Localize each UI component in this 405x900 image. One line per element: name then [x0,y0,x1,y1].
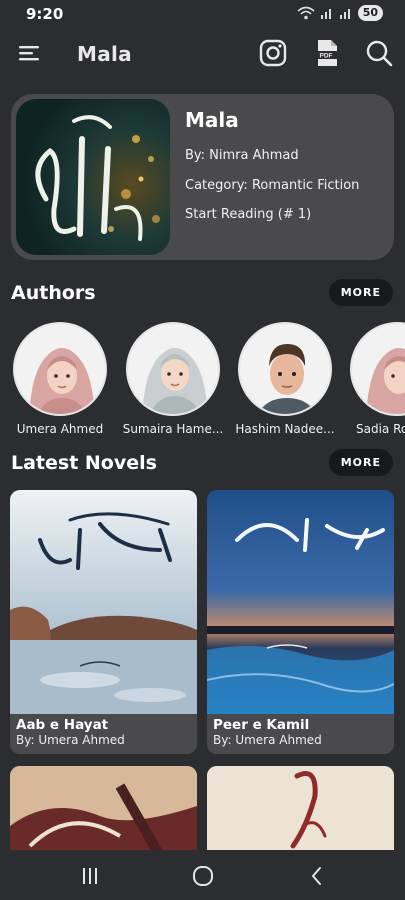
avatar [350,322,405,416]
status-time: 9:20 [26,5,64,23]
recents-icon[interactable] [78,864,102,888]
novels-more-button[interactable]: MORE [328,449,393,476]
pdf-icon[interactable]: PDF [312,38,342,68]
novel-info: Aab e Hayat By: Umera Ahmed [10,714,197,754]
start-reading-link[interactable]: Start Reading (# 1) [185,207,311,222]
featured-category: Category: Romantic Fiction [185,178,360,193]
home-icon[interactable] [191,864,215,888]
avatar [13,322,107,416]
featured-author: By: Nimra Ahmad [185,148,299,163]
author-item[interactable]: Sadia Ro [342,322,405,436]
author-name: Sumaira Hame... [122,422,224,436]
novel-cover-image [10,490,197,716]
author-item[interactable]: Umera Ahmed [5,322,115,436]
system-nav-bar [0,850,405,900]
menu-icon[interactable] [18,42,40,64]
authors-section-title: Authors [11,282,96,304]
novel-card[interactable] [207,766,394,856]
novel-author: By: Umera Ahmed [213,733,322,747]
avatar [238,322,332,416]
novel-card[interactable]: Aab e Hayat By: Umera Ahmed [10,490,197,754]
author-item[interactable]: Sumaira Hame... [118,322,228,436]
status-bar: 9:20 50 [0,0,405,28]
instagram-icon[interactable] [258,38,288,68]
app-title: Mala [77,42,132,66]
back-icon[interactable] [305,864,329,888]
novel-info: Peer e Kamil By: Umera Ahmed [207,714,394,754]
wifi-icon [297,6,315,20]
author-name: Hashim Nadee... [235,422,335,436]
novel-title: Aab e Hayat [16,717,109,733]
featured-novel-card[interactable]: Mala By: Nimra Ahmad Category: Romantic … [11,94,394,260]
novel-cover-image [207,490,394,716]
novel-author: By: Umera Ahmed [16,733,125,747]
battery-indicator: 50 [357,5,383,21]
author-name: Sadia Ro [356,422,405,436]
novel-title: Peer e Kamil [213,717,310,733]
author-name: Umera Ahmed [16,422,104,436]
status-icons: 50 [297,5,383,21]
novel-card[interactable]: Peer e Kamil By: Umera Ahmed [207,490,394,754]
featured-cover-image [16,99,170,255]
app-bar: Mala PDF [0,28,405,80]
novel-cover-image [10,766,197,856]
svg-text:PDF: PDF [320,53,333,60]
avatar [126,322,220,416]
novel-cover-image [207,766,394,856]
authors-list: Umera Ahmed Sumaira Hame... Hashim Nadee… [0,322,405,442]
signal-icon-2 [339,9,350,19]
novels-section-title: Latest Novels [11,452,157,474]
featured-title: Mala [185,108,239,132]
signal-icon [320,9,331,19]
author-item[interactable]: Hashim Nadee... [230,322,340,436]
search-icon[interactable] [364,38,394,68]
novel-card[interactable] [10,766,197,856]
authors-more-button[interactable]: MORE [328,279,393,306]
